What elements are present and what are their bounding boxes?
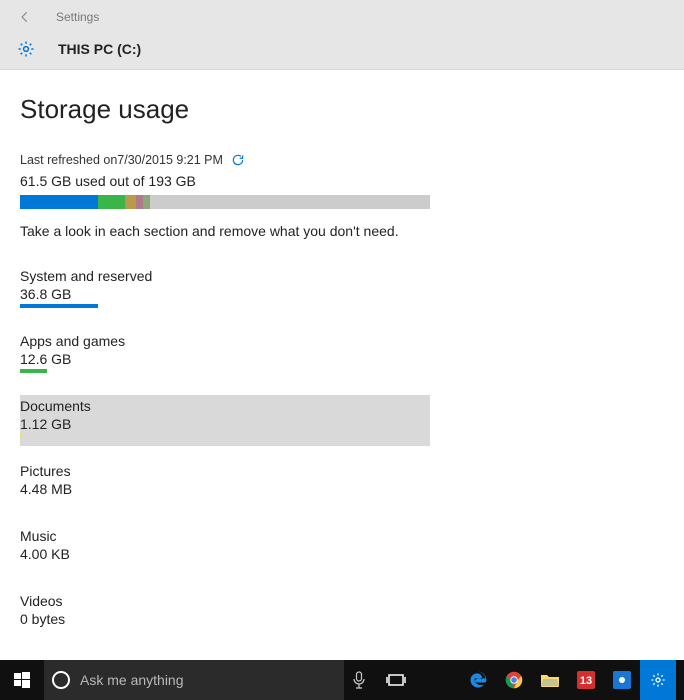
storage-bar-segment (98, 195, 125, 209)
storage-bar-segment (150, 195, 430, 209)
category-title: Videos (20, 593, 430, 609)
category-size: 4.00 KB (20, 546, 430, 562)
app-icon-blue[interactable] (604, 660, 640, 700)
storage-total-bar (20, 195, 430, 209)
gear-icon (16, 39, 36, 59)
last-refreshed-row: Last refreshed on 7/30/2015 9:21 PM (20, 153, 664, 167)
category-item[interactable]: Pictures 4.48 MB (20, 460, 430, 511)
category-bar (20, 564, 430, 568)
category-size: 0 bytes (20, 611, 430, 627)
category-title: Pictures (20, 463, 430, 479)
content-area: Storage usage Last refreshed on 7/30/201… (0, 70, 684, 700)
back-button[interactable] (16, 8, 34, 26)
storage-bar-segment (136, 195, 143, 209)
category-list: System and reserved 36.8 GB Apps and games… (20, 265, 664, 700)
cortana-icon (52, 671, 70, 689)
category-title: Music (20, 528, 430, 544)
taskbar-tray: 13 (460, 660, 684, 700)
category-bar (20, 304, 430, 308)
storage-bar-segment (143, 195, 150, 209)
app-icon-red[interactable]: 13 (568, 660, 604, 700)
refresh-icon[interactable] (231, 153, 245, 167)
category-bar (20, 499, 430, 503)
category-item[interactable]: Videos 0 bytes (20, 590, 430, 641)
chrome-icon[interactable] (496, 660, 532, 700)
category-size: 36.8 GB (20, 286, 430, 302)
hint-text: Take a look in each section and remove w… (20, 223, 664, 239)
mic-icon[interactable] (344, 660, 374, 700)
last-refreshed-label: Last refreshed on (20, 153, 117, 167)
search-placeholder: Ask me anything (80, 672, 184, 688)
settings-taskbar-icon[interactable] (640, 660, 676, 700)
page-title: Storage usage (20, 94, 664, 125)
search-box[interactable]: Ask me anything (44, 660, 344, 700)
storage-bar-segment (20, 195, 98, 209)
category-title: Apps and games (20, 333, 430, 349)
category-bar (20, 369, 430, 373)
category-title: Documents (20, 398, 430, 414)
task-view-button[interactable] (374, 660, 418, 700)
taskbar: Ask me anything 13 (0, 660, 684, 700)
show-desktop-button[interactable] (676, 660, 684, 700)
page-subtitle: THIS PC (C:) (58, 41, 141, 57)
category-item[interactable]: Apps and games 12.6 GB (20, 330, 430, 381)
edge-icon[interactable] (460, 660, 496, 700)
settings-header: Settings THIS PC (C:) (0, 0, 684, 70)
category-bar (20, 629, 430, 633)
breadcrumb[interactable]: Settings (56, 10, 99, 24)
category-item[interactable]: Music 4.00 KB (20, 525, 430, 576)
category-size: 1.12 GB (20, 416, 430, 432)
category-item[interactable]: System and reserved 36.8 GB (20, 265, 430, 316)
category-item[interactable]: Documents 1.12 GB (20, 395, 430, 446)
last-refreshed-time: 7/30/2015 9:21 PM (117, 153, 223, 167)
category-bar (20, 434, 430, 438)
category-size: 12.6 GB (20, 351, 430, 367)
start-button[interactable] (0, 660, 44, 700)
category-size: 4.48 MB (20, 481, 430, 497)
storage-bar-segment (125, 195, 136, 209)
file-explorer-icon[interactable] (532, 660, 568, 700)
usage-summary: 61.5 GB used out of 193 GB (20, 173, 664, 189)
svg-text:13: 13 (580, 675, 592, 687)
category-title: System and reserved (20, 268, 430, 284)
